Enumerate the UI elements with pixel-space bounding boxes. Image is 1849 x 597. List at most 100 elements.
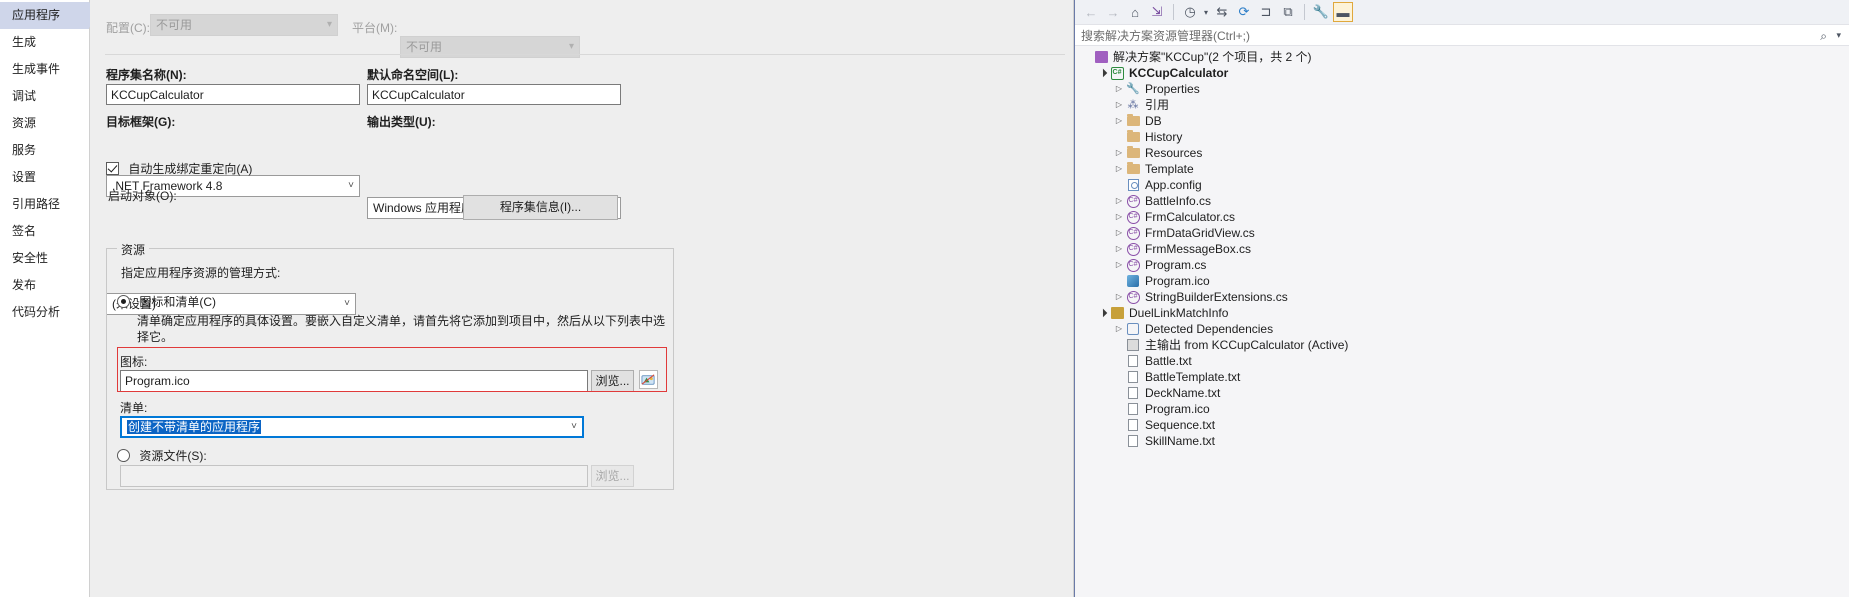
- configuration-label: 配置(C):: [106, 21, 150, 35]
- assembly-name-input[interactable]: [106, 84, 360, 105]
- csharp-file-icon: C#: [1125, 290, 1141, 304]
- properties-icon[interactable]: 🔧: [1311, 2, 1331, 22]
- sidebar-item-7[interactable]: 引用路径: [0, 191, 89, 218]
- icon-browse-button[interactable]: 浏览...: [591, 370, 634, 392]
- sidebar-item-0[interactable]: 应用程序: [0, 2, 98, 29]
- checkbox-icon: [106, 162, 119, 175]
- tree-item-label: DB: [1145, 114, 1162, 128]
- collapse-all-icon[interactable]: ⊐: [1256, 2, 1276, 22]
- tree-item[interactable]: · App.config: [1075, 177, 1849, 193]
- chevron-right-icon[interactable]: ▷: [1113, 193, 1125, 209]
- configuration-dropdown[interactable]: 不可用 ▾: [150, 14, 338, 36]
- chevron-down-icon: ˅: [348, 180, 354, 191]
- tree-item[interactable]: ▷ ⁂ 引用: [1075, 97, 1849, 113]
- tree-item[interactable]: · Program.ico: [1075, 273, 1849, 289]
- tree-item[interactable]: · Program.ico: [1075, 401, 1849, 417]
- tree-item[interactable]: ▷ Detected Dependencies: [1075, 321, 1849, 337]
- tree-item[interactable]: ▷ C# StringBuilderExtensions.cs: [1075, 289, 1849, 305]
- icon-file-icon: [1125, 274, 1141, 288]
- sidebar-item-2[interactable]: 生成事件: [0, 56, 89, 83]
- tree-item[interactable]: ◢ C# KCCupCalculator: [1075, 65, 1849, 81]
- tree-item[interactable]: · 解决方案"KCCup"(2 个项目，共 2 个): [1075, 49, 1849, 65]
- tree-item[interactable]: ▷ 🔧 Properties: [1075, 81, 1849, 97]
- sidebar-item-11[interactable]: 代码分析: [0, 299, 89, 326]
- sync-with-active-document-icon[interactable]: ⇲: [1147, 2, 1167, 22]
- sidebar-item-5[interactable]: 服务: [0, 137, 89, 164]
- resource-file-browse-button: 浏览...: [591, 465, 634, 487]
- sidebar-item-1[interactable]: 生成: [0, 29, 89, 56]
- tree-item[interactable]: · Sequence.txt: [1075, 417, 1849, 433]
- tree-item[interactable]: ▷ Template: [1075, 161, 1849, 177]
- tree-spacer: ·: [1113, 417, 1125, 433]
- sidebar-item-10[interactable]: 发布: [0, 272, 89, 299]
- tree-item[interactable]: ▷ C# FrmDataGridView.cs: [1075, 225, 1849, 241]
- chevron-right-icon[interactable]: ▷: [1113, 257, 1125, 273]
- tree-item-label: StringBuilderExtensions.cs: [1145, 290, 1288, 304]
- tree-item-label: KCCupCalculator: [1129, 66, 1229, 80]
- show-all-files-icon[interactable]: ⇆: [1212, 2, 1232, 22]
- icon-path-input[interactable]: [120, 370, 588, 392]
- tree-item[interactable]: · DeckName.txt: [1075, 385, 1849, 401]
- search-icon[interactable]: ⌕: [1820, 29, 1827, 44]
- chevron-right-icon[interactable]: ▷: [1113, 145, 1125, 161]
- chevron-right-icon[interactable]: ▷: [1113, 225, 1125, 241]
- chevron-right-icon[interactable]: ▷: [1113, 289, 1125, 305]
- resource-file-radio[interactable]: 资源文件(S):: [117, 447, 207, 464]
- tree-item[interactable]: ▷ C# Program.cs: [1075, 257, 1849, 273]
- tree-spacer: ·: [1113, 177, 1125, 193]
- divider: [105, 54, 1065, 55]
- assembly-name-label: 程序集名称(N):: [106, 68, 187, 82]
- solution-tree[interactable]: · 解决方案"KCCup"(2 个项目，共 2 个)◢C#KCCupCalcula…: [1075, 47, 1849, 597]
- icon-and-manifest-radio[interactable]: 图标和清单(C): [117, 293, 216, 310]
- icon-and-manifest-label: 图标和清单(C): [139, 295, 217, 309]
- tree-item[interactable]: · History: [1075, 129, 1849, 145]
- tree-item[interactable]: · 主输出 from KCCupCalculator (Active): [1075, 337, 1849, 353]
- chevron-right-icon[interactable]: ▷: [1113, 113, 1125, 129]
- sidebar-item-3[interactable]: 调试: [0, 83, 89, 110]
- tree-spacer: ·: [1113, 433, 1125, 449]
- manifest-dropdown[interactable]: 创建不带清单的应用程序 ˅: [120, 416, 584, 438]
- platform-label: 平台(M):: [352, 21, 398, 35]
- tree-spacer: ·: [1113, 273, 1125, 289]
- tree-item[interactable]: · Battle.txt: [1075, 353, 1849, 369]
- tree-item[interactable]: ◢ DuelLinkMatchInfo: [1075, 305, 1849, 321]
- chevron-right-icon[interactable]: ▷: [1113, 81, 1125, 97]
- view-code-icon[interactable]: ⧉: [1278, 2, 1298, 22]
- tree-item-label: 引用: [1145, 98, 1170, 112]
- tree-item[interactable]: ▷ C# FrmCalculator.cs: [1075, 209, 1849, 225]
- tree-item[interactable]: · BattleTemplate.txt: [1075, 369, 1849, 385]
- chevron-right-icon[interactable]: ▷: [1113, 321, 1125, 337]
- chevron-down-icon[interactable]: ▾: [1836, 30, 1841, 41]
- sidebar-item-6[interactable]: 设置: [0, 164, 89, 191]
- auto-binding-redirect-checkbox[interactable]: 自动生成绑定重定向(A): [106, 160, 252, 177]
- chevron-right-icon[interactable]: ▷: [1113, 209, 1125, 225]
- tree-item-label: History: [1145, 130, 1183, 144]
- sidebar-item-4[interactable]: 资源: [0, 110, 89, 137]
- tree-item[interactable]: ▷ Resources: [1075, 145, 1849, 161]
- tree-item[interactable]: ▷ C# FrmMessageBox.cs: [1075, 241, 1849, 257]
- tree-item-label: Detected Dependencies: [1145, 322, 1274, 336]
- refresh-icon[interactable]: ⟳: [1234, 2, 1254, 22]
- tree-item[interactable]: ▷ C# BattleInfo.cs: [1075, 193, 1849, 209]
- tree-item-label: Sequence.txt: [1145, 418, 1216, 432]
- tree-item[interactable]: · SkillName.txt: [1075, 433, 1849, 449]
- solution-explorer-toolbar: ← → ⌂ ⇲ ◷ ▾ ⇆ ⟳ ⊐ ⧉ 🔧 ▬: [1075, 0, 1849, 24]
- sidebar-item-label: 调试: [12, 89, 37, 103]
- pending-changes-filter-icon[interactable]: ◷: [1180, 2, 1200, 22]
- solution-explorer-search-bar[interactable]: 搜索解决方案资源管理器(Ctrl+;) ⌕ ▾: [1075, 24, 1849, 46]
- home-icon[interactable]: ⌂: [1125, 2, 1145, 22]
- dependencies-icon: [1125, 322, 1141, 336]
- sidebar-item-9[interactable]: 安全性: [0, 245, 89, 272]
- chevron-down-icon[interactable]: ▾: [1202, 2, 1210, 22]
- chevron-right-icon[interactable]: ▷: [1113, 241, 1125, 257]
- preview-selected-items-icon[interactable]: ▬: [1333, 2, 1353, 22]
- sidebar-item-8[interactable]: 签名: [0, 218, 89, 245]
- manifest-value: 创建不带清单的应用程序: [127, 420, 262, 434]
- resources-description: 指定应用程序资源的管理方式:: [121, 266, 281, 280]
- resource-file-input[interactable]: [120, 465, 588, 487]
- assembly-information-button[interactable]: 程序集信息(I)...: [463, 195, 618, 220]
- default-namespace-input[interactable]: [367, 84, 621, 105]
- tree-item[interactable]: ▷ DB: [1075, 113, 1849, 129]
- chevron-right-icon[interactable]: ▷: [1113, 97, 1125, 113]
- chevron-right-icon[interactable]: ▷: [1113, 161, 1125, 177]
